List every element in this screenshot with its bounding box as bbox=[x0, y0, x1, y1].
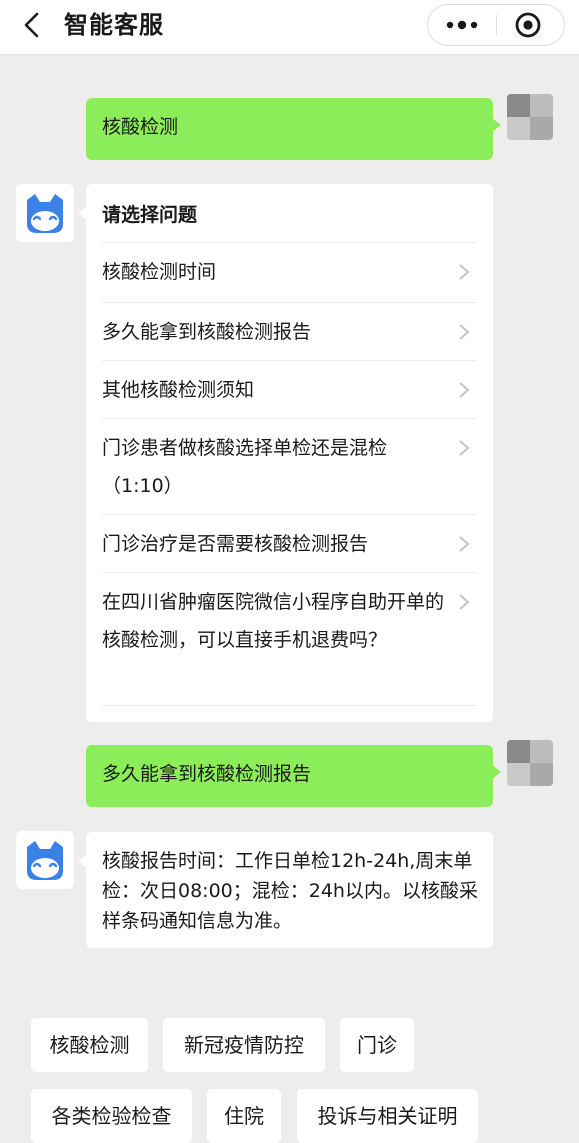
menu-item[interactable]: 在四川省肿瘤医院微信小程序自助开单的核酸检测，可以直接手机退费吗？ bbox=[102, 572, 477, 706]
bot-face-icon bbox=[27, 194, 63, 233]
user-message-text: 核酸检测 bbox=[102, 116, 179, 138]
user-message-text: 多久能拿到核酸检测报告 bbox=[102, 763, 312, 785]
menu-item-label: 门诊治疗是否需要核酸检测报告 bbox=[102, 533, 369, 555]
menu-item-label: 多久能拿到核酸检测报告 bbox=[102, 321, 312, 343]
menu-item[interactable]: 多久能拿到核酸检测报告 bbox=[102, 302, 477, 360]
page-title: 智能客服 bbox=[64, 11, 164, 39]
target-close-icon[interactable] bbox=[513, 10, 543, 40]
bot-face-icon bbox=[27, 841, 63, 880]
mini-program-capsule bbox=[427, 4, 565, 46]
menu-item[interactable]: 其他核酸检测须知 bbox=[102, 360, 477, 418]
quick-reply-chip[interactable]: 新冠疫情防控 bbox=[163, 1018, 325, 1072]
chevron-right-icon bbox=[459, 536, 470, 552]
user-message-bubble: 核酸检测 bbox=[86, 98, 501, 160]
question-menu-card: 请选择问题 核酸检测时间 多久能拿到核酸检测报告 其他核酸检测须知 门诊患者做核… bbox=[78, 184, 493, 722]
menu-item-label: 其他核酸检测须知 bbox=[102, 379, 255, 401]
chevron-right-icon bbox=[459, 382, 470, 398]
menu-item-label: 核酸检测时间 bbox=[102, 261, 217, 283]
quick-reply-chip[interactable]: 门诊 bbox=[340, 1018, 414, 1072]
more-dots-icon[interactable] bbox=[438, 11, 486, 39]
user-message-bubble: 多久能拿到核酸检测报告 bbox=[86, 745, 501, 807]
bot-avatar[interactable] bbox=[16, 831, 74, 889]
bot-answer-text: 核酸报告时间：工作日单检12h-24h,周末单检：次日08:00；混检：24h以… bbox=[102, 850, 478, 932]
chevron-right-icon bbox=[459, 594, 470, 610]
quick-reply-chip[interactable]: 投诉与相关证明 bbox=[297, 1089, 478, 1143]
user-avatar[interactable] bbox=[507, 94, 553, 140]
menu-item[interactable]: 门诊患者做核酸选择单检还是混检（1:10） bbox=[102, 418, 477, 514]
menu-item-label: 门诊患者做核酸选择单检还是混检（1:10） bbox=[102, 437, 388, 497]
top-bar: 智能客服 bbox=[0, 0, 579, 55]
menu-item-label: 在四川省肿瘤医院微信小程序自助开单的核酸检测，可以直接手机退费吗？ bbox=[102, 591, 445, 651]
menu-title: 请选择问题 bbox=[102, 204, 198, 226]
bot-avatar[interactable] bbox=[16, 184, 74, 242]
quick-reply-chip[interactable]: 核酸检测 bbox=[31, 1018, 148, 1072]
quick-reply-chip[interactable]: 各类检验检查 bbox=[31, 1089, 192, 1143]
chevron-right-icon bbox=[459, 324, 470, 340]
menu-item[interactable]: 门诊治疗是否需要核酸检测报告 bbox=[102, 514, 477, 572]
chevron-left-icon[interactable] bbox=[18, 10, 48, 40]
menu-item[interactable]: 核酸检测时间 bbox=[102, 242, 477, 302]
quick-reply-chip[interactable]: 住院 bbox=[207, 1089, 281, 1143]
bot-answer-bubble: 核酸报告时间：工作日单检12h-24h,周末单检：次日08:00；混检：24h以… bbox=[78, 832, 493, 948]
user-avatar[interactable] bbox=[507, 740, 553, 786]
capsule-divider bbox=[496, 15, 497, 35]
chevron-right-icon bbox=[459, 440, 470, 456]
chevron-right-icon bbox=[459, 264, 470, 280]
